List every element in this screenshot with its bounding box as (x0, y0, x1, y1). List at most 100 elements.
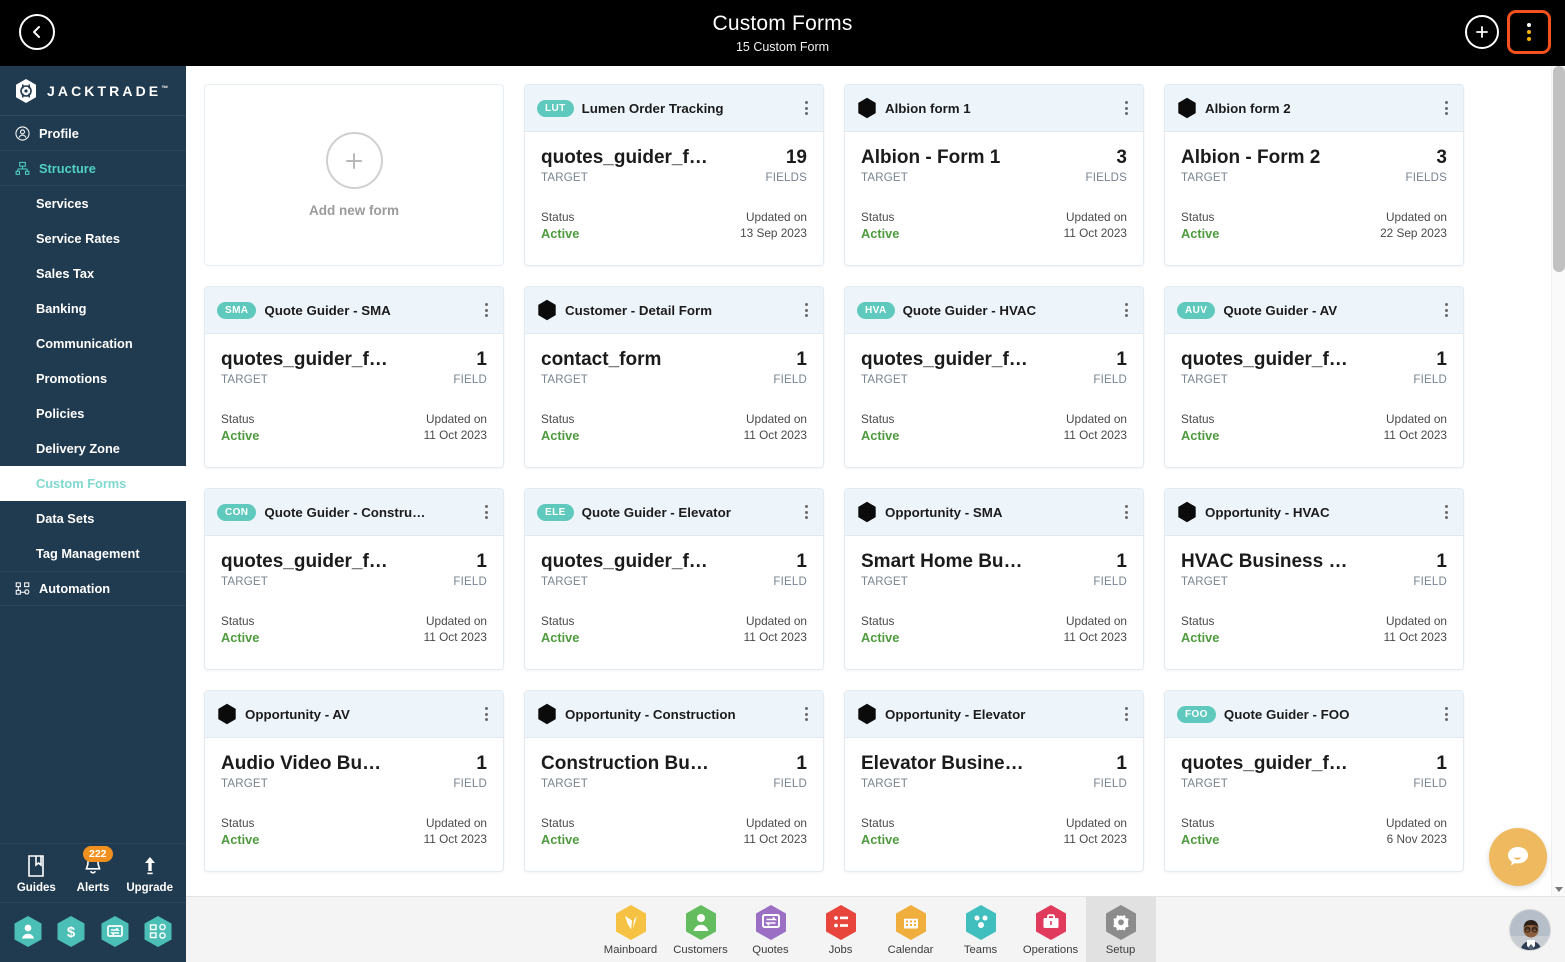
sidebar-item-promotions[interactable]: Promotions (0, 361, 186, 396)
form-card-status-row: Status Active Updated on 11 Oct 2023 (541, 816, 807, 847)
upgrade-button[interactable]: Upgrade (122, 854, 178, 894)
form-card-header: Albion form 2 (1165, 85, 1463, 132)
form-card[interactable]: ELE Quote Guider - Elevator quotes_guider_… (524, 488, 824, 670)
form-card-body: Construction Bu… TARGET 1 FIELD Status Active… (525, 738, 823, 847)
sidebar-item-label: Data Sets (36, 511, 95, 526)
alerts-badge: 222 (82, 846, 113, 862)
form-field-count: 1 (476, 551, 487, 572)
form-card-body: Albion - Form 2 TARGET 3 FIELDS Status Active… (1165, 132, 1463, 241)
form-card-menu-button[interactable] (802, 501, 811, 523)
form-field-count-label: FIELD (1413, 374, 1447, 386)
workflow-hex-icon[interactable] (143, 915, 173, 948)
form-card[interactable]: Opportunity - Construction Construction B… (524, 690, 824, 872)
more-options-button[interactable] (1507, 10, 1551, 54)
form-card[interactable]: Albion form 2 Albion - Form 2 TARGET 3 FIELD… (1164, 84, 1464, 266)
avatar-image (1510, 910, 1550, 950)
scrollbar-thumb[interactable] (1553, 66, 1565, 272)
sidebar-item-service-rates[interactable]: Service Rates (0, 221, 186, 256)
form-card-menu-button[interactable] (1442, 501, 1451, 523)
form-target-label: TARGET (1181, 778, 1228, 790)
status-badge: Active (861, 428, 900, 443)
sidebar-item-policies[interactable]: Policies (0, 396, 186, 431)
form-card[interactable]: Customer - Detail Form contact_form TARGET… (524, 286, 824, 468)
bottom-nav-quotes[interactable]: Quotes (736, 897, 806, 962)
form-card-target-row: Elevator Busine… TARGET 1 FIELD (861, 752, 1127, 790)
form-card[interactable]: HVA Quote Guider - HVAC quotes_guider_f… TA… (844, 286, 1144, 468)
bottom-nav-teams[interactable]: Teams (946, 897, 1016, 962)
form-card-menu-button[interactable] (482, 299, 491, 321)
chat-bubble-icon (1508, 847, 1528, 866)
form-card-menu-button[interactable] (1122, 501, 1131, 523)
form-fields-block: 1 FIELD (1413, 752, 1447, 790)
form-updated-label: Updated on (1065, 412, 1127, 426)
form-card-menu-button[interactable] (802, 703, 811, 725)
sidebar-item-services[interactable]: Services (0, 186, 186, 221)
form-card[interactable]: FOO Quote Guider - FOO quotes_guider_f… TAR… (1164, 690, 1464, 872)
bottom-nav-operations[interactable]: Operations (1016, 897, 1086, 962)
dollar-hex-icon[interactable]: $ (56, 915, 86, 948)
bottom-nav-jobs[interactable]: Jobs (806, 897, 876, 962)
form-card[interactable]: SMA Quote Guider - SMA quotes_guider_f… TAR… (204, 286, 504, 468)
sidebar-item-sales-tax[interactable]: Sales Tax (0, 256, 186, 291)
form-card[interactable]: Albion form 1 Albion - Form 1 TARGET 3 FIELD… (844, 84, 1144, 266)
top-bar: Custom Forms 15 Custom Form More Options (0, 0, 1565, 95)
form-status-label: Status (1181, 210, 1215, 224)
sidebar-item-custom-forms[interactable]: Custom Forms (0, 466, 186, 501)
sidebar-item-structure[interactable]: Structure (0, 151, 186, 186)
guides-button[interactable]: Guides (8, 854, 64, 894)
form-updated-date: 11 Oct 2023 (743, 428, 807, 442)
add-new-form-card[interactable]: Add new form (204, 84, 504, 266)
bottom-nav-calendar[interactable]: Calendar (876, 897, 946, 962)
form-card-menu-button[interactable] (1122, 97, 1131, 119)
form-card-menu-button[interactable] (1122, 299, 1131, 321)
form-updated-label: Updated on (425, 412, 487, 426)
form-card-header: SMA Quote Guider - SMA (205, 287, 503, 334)
form-card[interactable]: LUT Lumen Order Tracking quotes_guider_f… T… (524, 84, 824, 266)
alerts-button[interactable]: 222 Alerts (65, 846, 121, 894)
person-hex-icon[interactable] (13, 915, 43, 948)
form-card[interactable]: Opportunity - SMA Smart Home Bu… TARGET 1 FI… (844, 488, 1144, 670)
form-status-label: Status (221, 816, 255, 830)
form-target-block: Smart Home Bu… TARGET (861, 550, 1023, 588)
form-card-menu-button[interactable] (1442, 299, 1451, 321)
hexagon-icon (218, 703, 236, 725)
form-card[interactable]: CON Quote Guider - Constru… quotes_guider_… (204, 488, 504, 670)
form-card-body: quotes_guider_f… TARGET 1 FIELD Status Active… (845, 334, 1143, 443)
form-card-menu-button[interactable] (802, 97, 811, 119)
payment-hex-icon[interactable] (100, 915, 130, 948)
form-updated-date: 22 Sep 2023 (1380, 226, 1447, 240)
sidebar-item-automation[interactable]: Automation (0, 571, 186, 606)
form-card-menu-button[interactable] (482, 703, 491, 725)
form-card-menu-button[interactable] (482, 501, 491, 523)
form-card-header: Opportunity - Construction (525, 691, 823, 738)
bottom-nav-setup[interactable]: Setup (1085, 896, 1156, 962)
bottom-nav-customers[interactable]: Customers (666, 897, 736, 962)
sidebar-item-communication[interactable]: Communication (0, 326, 186, 361)
form-card[interactable]: Opportunity - Elevator Elevator Busine… TA… (844, 690, 1144, 872)
form-updated-label: Updated on (425, 614, 487, 628)
form-card-menu-button[interactable] (1442, 703, 1451, 725)
form-card-menu-button[interactable] (802, 299, 811, 321)
add-button[interactable] (1465, 15, 1499, 49)
form-card[interactable]: Opportunity - AV Audio Video Bu… TARGET 1 FI… (204, 690, 504, 872)
sidebar-item-profile[interactable]: Profile (0, 116, 186, 151)
sidebar: JACKTRADE™ Profile Structure Services Se… (0, 66, 186, 962)
bottom-nav-mainboard[interactable]: Mainboard (596, 897, 666, 962)
form-updated-date: 6 Nov 2023 (1386, 832, 1447, 846)
sidebar-item-tag-management[interactable]: Tag Management (0, 536, 186, 571)
user-avatar[interactable] (1509, 909, 1551, 951)
vertical-scrollbar[interactable] (1551, 66, 1565, 896)
chat-support-button[interactable] (1489, 828, 1547, 886)
sidebar-bottom: Guides 222 Alerts Upgrade $ (0, 843, 186, 962)
chevron-down-icon[interactable] (1554, 884, 1564, 894)
form-card-menu-button[interactable] (1442, 97, 1451, 119)
form-target-block: quotes_guider_f… TARGET (221, 348, 388, 386)
form-card-menu-button[interactable] (1122, 703, 1131, 725)
form-card[interactable]: AUV Quote Guider - AV quotes_guider_f… TARG… (1164, 286, 1464, 468)
sidebar-item-delivery-zone[interactable]: Delivery Zone (0, 431, 186, 466)
brand-logo-block[interactable]: JACKTRADE™ (0, 66, 186, 116)
form-card[interactable]: Opportunity - HVAC HVAC Business … TARGET 1… (1164, 488, 1464, 670)
sidebar-item-data-sets[interactable]: Data Sets (0, 501, 186, 536)
sidebar-item-banking[interactable]: Banking (0, 291, 186, 326)
form-card-target-row: HVAC Business … TARGET 1 FIELD (1181, 550, 1447, 588)
